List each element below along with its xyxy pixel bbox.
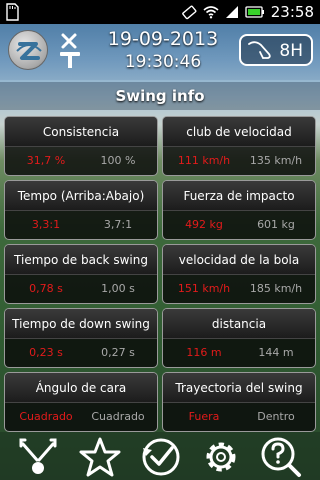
status-bar: 23:58	[0, 0, 320, 24]
reference-value: 601 kg	[257, 218, 295, 231]
session-date: 19-09-2013	[107, 28, 219, 50]
wifi-icon	[203, 6, 219, 19]
star-icon[interactable]	[79, 436, 121, 478]
reference-value: 3,7:1	[103, 218, 133, 231]
club-label: 8H	[279, 41, 303, 61]
session-time: 19:30:46	[124, 52, 202, 72]
card-impact-force[interactable]: Fuerza de impacto 492 kg 601 kg	[162, 180, 316, 240]
card-label: Trayectoria del swing	[163, 373, 315, 403]
current-value: 111 km/h	[177, 154, 231, 167]
card-backswing-time[interactable]: Tiempo de back swing 0,78 s 1,00 s	[4, 244, 158, 304]
history-check-icon[interactable]	[140, 436, 182, 478]
app-header: 19-09-2013 19:30:46 8H	[0, 24, 320, 80]
reference-value: 0,27 s	[101, 346, 135, 359]
current-value: 492 kg	[185, 218, 223, 231]
tee-cross-icon[interactable]	[58, 32, 84, 70]
current-value: Cuadrado	[19, 410, 73, 423]
current-value: Fuera	[188, 410, 220, 423]
current-value: 0,78 s	[29, 282, 63, 295]
card-downswing-time[interactable]: Tiempo de down swing 0,23 s 0,27 s	[4, 308, 158, 368]
signal-icon	[225, 6, 238, 18]
sd-card-icon	[6, 3, 19, 21]
card-label: velocidad de la bola	[163, 245, 315, 275]
bottom-nav	[0, 432, 320, 480]
card-ball-speed[interactable]: velocidad de la bola 151 km/h 185 km/h	[162, 244, 316, 304]
current-value: 151 km/h	[177, 282, 231, 295]
reference-value: 135 km/h	[249, 154, 303, 167]
app-logo[interactable]	[8, 30, 48, 70]
card-label: Tiempo de down swing	[5, 309, 157, 339]
reference-value: Dentro	[257, 410, 295, 423]
card-tempo[interactable]: Tempo (Arriba:Abajo) 3,3:1 3,7:1	[4, 180, 158, 240]
current-value: 31,7 %	[26, 154, 66, 167]
status-time: 23:58	[270, 3, 314, 21]
title-bar: Swing info	[0, 82, 320, 110]
gear-icon[interactable]	[200, 436, 242, 478]
card-consistency[interactable]: Consistencia 31,7 % 100 %	[4, 116, 158, 176]
reference-value: Cuadrado	[91, 410, 145, 423]
card-label: Tiempo de back swing	[5, 245, 157, 275]
reference-value: 1,00 s	[101, 282, 135, 295]
card-label: Ángulo de cara	[5, 373, 157, 403]
current-value: 116 m	[186, 346, 222, 359]
card-label: distancia	[163, 309, 315, 339]
card-distance[interactable]: distancia 116 m 144 m	[162, 308, 316, 368]
golf-club-icon	[248, 41, 271, 59]
rotation-icon	[181, 5, 197, 20]
card-club-speed[interactable]: club de velocidad 111 km/h 135 km/h	[162, 116, 316, 176]
swing-path-icon[interactable]	[17, 436, 59, 478]
card-label: club de velocidad	[163, 117, 315, 147]
card-label: Consistencia	[5, 117, 157, 147]
current-value: 0,23 s	[29, 346, 63, 359]
card-face-angle[interactable]: Ángulo de cara Cuadrado Cuadrado	[4, 372, 158, 432]
reference-value: 100 %	[100, 154, 136, 167]
card-swing-path[interactable]: Trayectoria del swing Fuera Dentro	[162, 372, 316, 432]
current-value: 3,3:1	[31, 218, 61, 231]
battery-icon	[245, 6, 264, 18]
logo-mark-icon	[16, 42, 42, 60]
page-title: Swing info	[115, 87, 205, 105]
card-label: Fuerza de impacto	[163, 181, 315, 211]
reference-value: 185 km/h	[249, 282, 303, 295]
help-icon[interactable]	[260, 436, 302, 478]
reference-value: 144 m	[258, 346, 294, 359]
club-selector[interactable]: 8H	[239, 34, 313, 66]
card-label: Tempo (Arriba:Abajo)	[5, 181, 157, 211]
